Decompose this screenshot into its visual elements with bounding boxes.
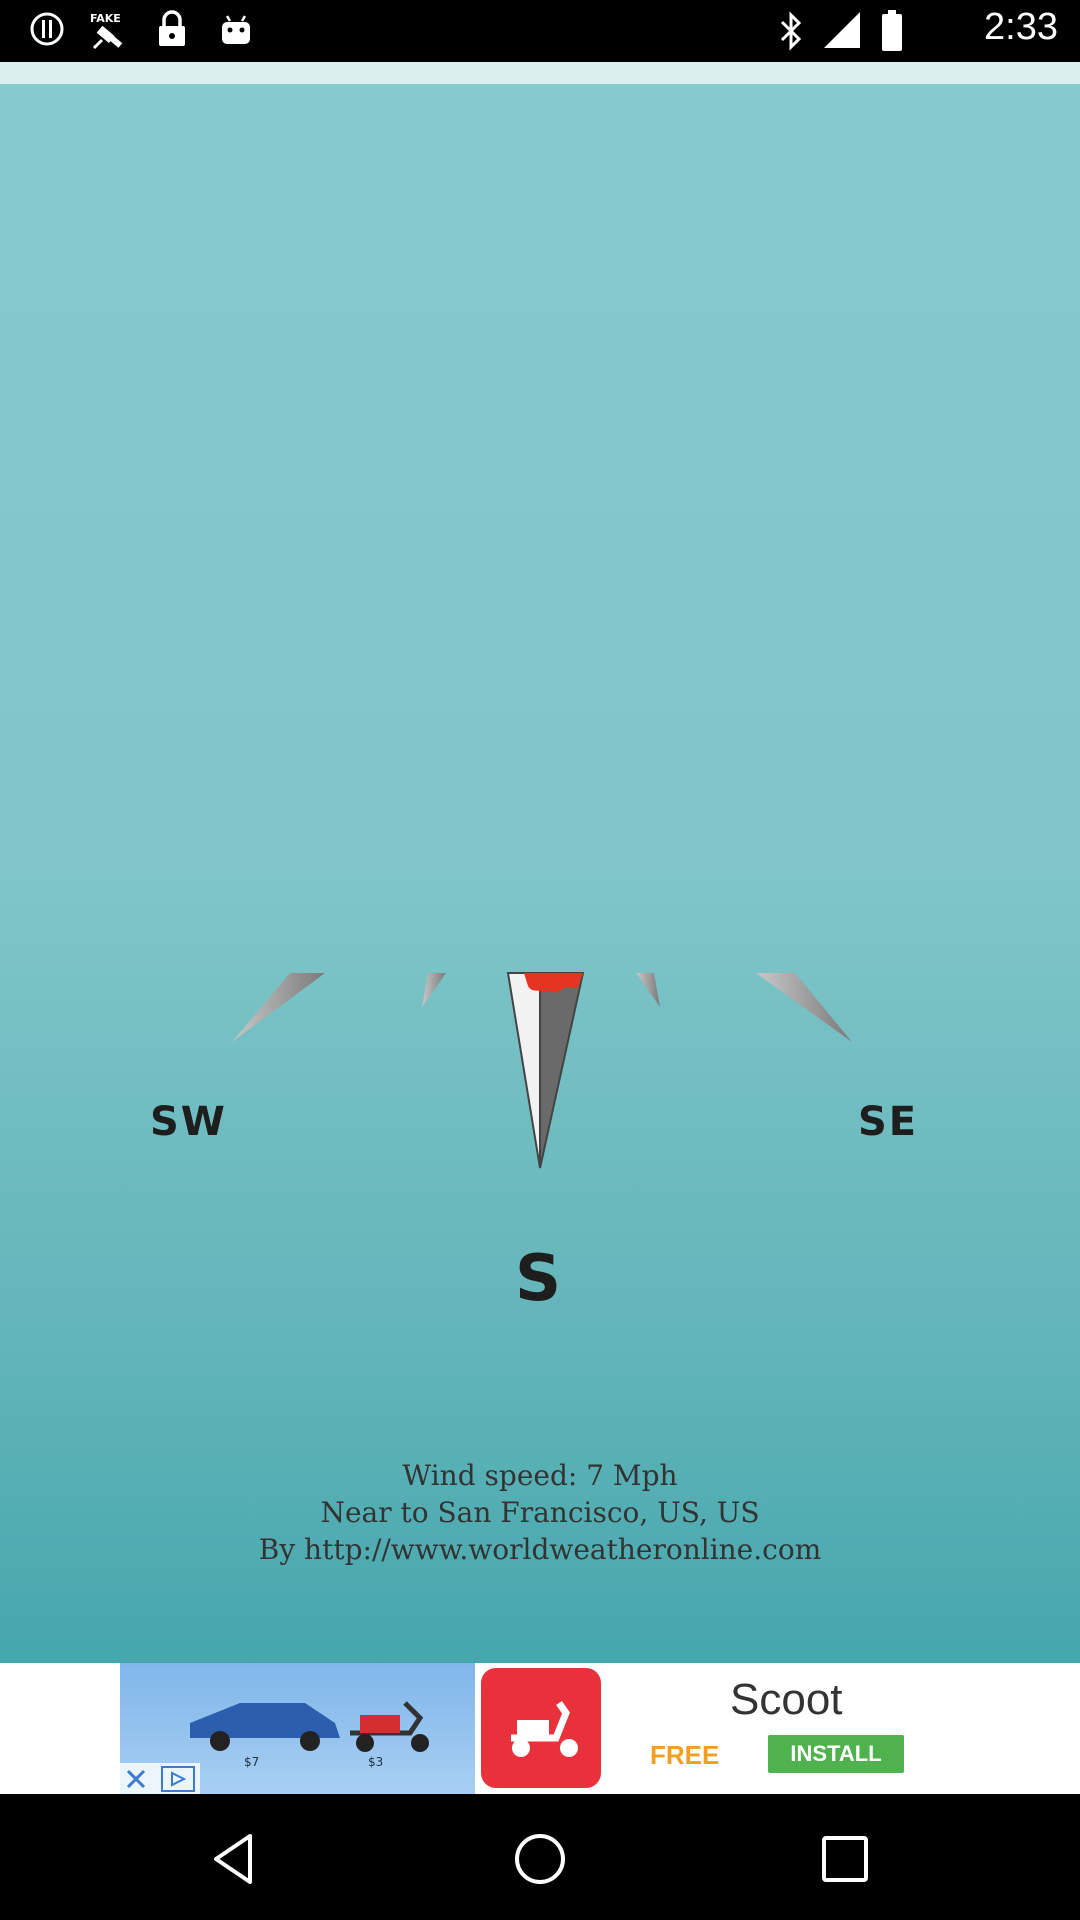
ad-price-1: $7 bbox=[244, 1755, 260, 1769]
compass-tick-sse bbox=[636, 973, 660, 1007]
compass-tick-sw bbox=[232, 973, 325, 1042]
compass-needle bbox=[506, 972, 585, 1169]
ad-banner[interactable]: $7 $3 Scoot FREE INSTALL bbox=[120, 1663, 960, 1794]
status-bar: FAKE 2:33 bbox=[0, 0, 1080, 62]
ad-price-2: $3 bbox=[368, 1755, 384, 1769]
ad-free-label: FREE bbox=[650, 1740, 720, 1770]
wind-compass-screen: SW S SE Wind speed: 7 Mph Near to San Fr… bbox=[0, 62, 1080, 1663]
svg-text:FAKE: FAKE bbox=[90, 12, 121, 25]
location-text: Near to San Francisco, US, US bbox=[320, 1496, 760, 1529]
recents-icon[interactable] bbox=[810, 1824, 880, 1894]
direction-label-se: SE bbox=[858, 1099, 919, 1145]
ad-app-icon[interactable] bbox=[478, 1665, 604, 1791]
wind-speed-text: Wind speed: 7 Mph bbox=[402, 1459, 678, 1492]
compass-tick-ssw bbox=[422, 973, 446, 1007]
direction-label-s: S bbox=[515, 1242, 562, 1316]
compass: SW S SE bbox=[0, 62, 1080, 1663]
fake-gps-satellite-icon: FAKE bbox=[90, 12, 123, 50]
ad-band: $7 $3 Scoot FREE INSTALL bbox=[0, 1663, 1080, 1794]
back-icon[interactable] bbox=[200, 1824, 270, 1894]
info-circle-icon bbox=[30, 12, 64, 46]
signal-icon bbox=[824, 12, 860, 48]
ad-close-area[interactable] bbox=[120, 1763, 200, 1794]
navigation-bar bbox=[0, 1794, 1080, 1920]
scooter-icon bbox=[511, 1700, 578, 1757]
status-time: 2:33 bbox=[984, 6, 1058, 48]
compass-tick-se bbox=[756, 973, 852, 1042]
ad-title: Scoot bbox=[730, 1675, 843, 1724]
ad-install-button[interactable]: INSTALL bbox=[768, 1735, 904, 1773]
direction-label-sw: SW bbox=[150, 1099, 227, 1145]
ad-close-icon[interactable] bbox=[120, 1763, 200, 1794]
bluetooth-icon bbox=[780, 11, 802, 51]
source-link[interactable]: By http://www.worldweatheronline.com bbox=[0, 1531, 1080, 1568]
home-icon[interactable] bbox=[505, 1824, 575, 1894]
battery-icon bbox=[882, 10, 902, 51]
compass-graphic bbox=[232, 972, 852, 1169]
android-icon bbox=[222, 15, 250, 44]
wind-info: Wind speed: 7 Mph Near to San Francisco,… bbox=[0, 1457, 1080, 1568]
lock-icon bbox=[159, 10, 185, 46]
